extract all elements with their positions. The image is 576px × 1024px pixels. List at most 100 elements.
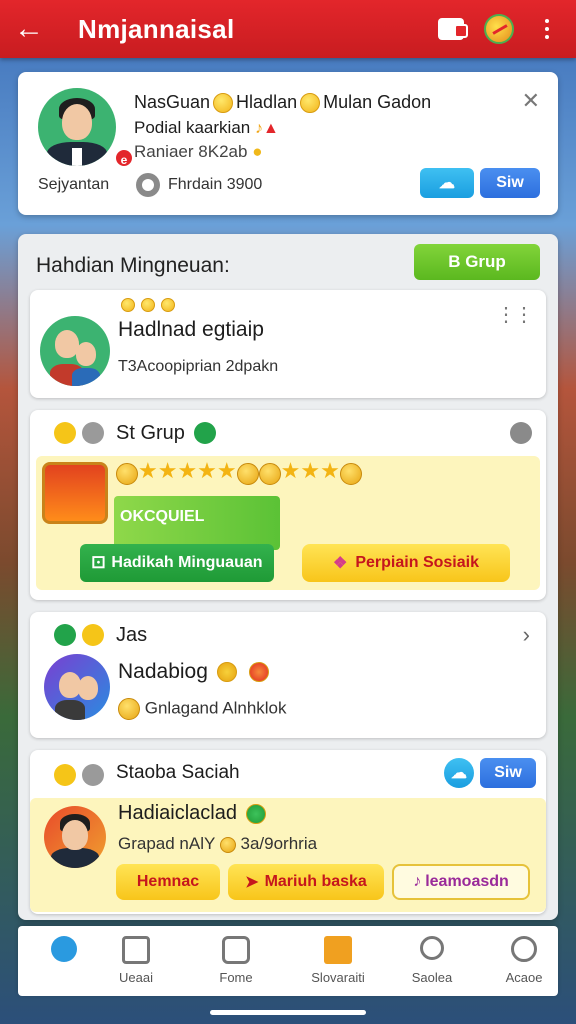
card3-name: Nadabiog	[118, 660, 208, 683]
bottom-navigation: Ueaai Fome Slovaraiti Saolea Acaoe	[18, 926, 558, 996]
nav-label: Acaoe	[505, 970, 543, 985]
profile-name-b: Hladlan	[236, 92, 298, 112]
gift-box-icon	[42, 462, 108, 524]
coin-icon	[216, 662, 237, 683]
alert-icon	[511, 936, 537, 962]
badge-icon	[248, 662, 269, 683]
more-icon[interactable]: ⋮⋮	[496, 302, 534, 327]
card3-title: Jas	[116, 624, 148, 646]
smiley-icon	[300, 93, 321, 114]
nav-item-fome[interactable]: Fome	[186, 926, 286, 996]
card2-title: St Grup	[116, 422, 185, 444]
profile-name-a: NasGuan	[134, 92, 211, 112]
weekly-reward-label: Hadikah Minguauan	[111, 554, 263, 571]
weekly-reward-button[interactable]: ⚀ Hadikah Minguauan	[80, 544, 274, 582]
group-icon	[194, 422, 216, 444]
card1-subtitle: T3Acoopiprian 2dpakn	[118, 358, 279, 375]
emoji-react-icon[interactable]	[510, 422, 532, 444]
social-game-button[interactable]: ❖ Perpiain Sosiaik	[302, 544, 510, 582]
cloud-icon: ☁	[439, 175, 455, 192]
profile-name-c: Mulan Gadon	[323, 92, 432, 112]
nav-item-slovaraiti[interactable]: Slovaraiti	[288, 926, 388, 996]
mariuh-label: Mariuh baska	[264, 873, 367, 890]
home-indicator[interactable]	[210, 1010, 366, 1015]
flame-icon: ▲	[262, 120, 279, 137]
profile-card: e NasGuan Hladlan Mulan Gadon Podial kaark…	[18, 72, 558, 215]
ball-icon[interactable]	[484, 14, 514, 44]
avatar	[44, 806, 106, 868]
avatar[interactable]	[38, 88, 116, 166]
panel-heading: Hahdian Mingneuan:	[36, 254, 230, 277]
nav-label: Saolea	[411, 970, 453, 985]
reward-card-4: Staoba Saciah ☁ Siw Hadiaiclaclad Grapad…	[30, 750, 546, 914]
app-bar: ← Nmjannaisal	[0, 0, 576, 58]
nav-label: Ueaai	[119, 970, 153, 985]
nav-label: Slovaraiti	[311, 970, 365, 985]
card4-name-line: Hadiaiclaclad	[118, 802, 269, 825]
chat-icon	[222, 936, 250, 964]
leamoasdn-label: leamoasdn	[425, 873, 509, 890]
reward-highlight: ★★★★★ ★★★ OKCQUIEL ⚀ Hadikah Minguauan ❖ Pe…	[36, 456, 540, 590]
page-title: Nmjannaisal	[78, 13, 235, 44]
card4-title: Staoba Saciah	[116, 762, 240, 783]
settings-icon	[82, 764, 104, 786]
rocket-icon: ➤	[245, 874, 259, 891]
reward-card-3[interactable]: Jas › Nadabiog Gnlagand Alnhklok	[30, 612, 546, 738]
clock-icon	[136, 173, 160, 197]
card4-name: Hadiaiclaclad	[118, 802, 237, 824]
home-icon	[51, 936, 77, 962]
back-arrow-icon[interactable]: ←	[14, 12, 54, 46]
coin-icon	[118, 698, 140, 720]
reward-card-1[interactable]: Hadlnad egtiaip T3Acoopiprian 2dpakn ⋮⋮	[30, 290, 546, 398]
avatar	[40, 316, 110, 386]
hemnac-button[interactable]: Hemnac	[116, 864, 220, 900]
nav-item-acaoe[interactable]: Acaoe	[474, 926, 574, 996]
reward-card-2: St Grup ★★★★★ ★★★ OKCQUIEL ⚀ Hadikah Mingu…	[30, 410, 546, 600]
card4-detail-a: Grapad nAlY	[118, 834, 216, 853]
settings-icon	[82, 422, 104, 444]
music-note-icon: ♪	[254, 120, 263, 137]
cloud-icon: ☁	[451, 765, 467, 782]
overlay-label: OKCQUIEL	[120, 508, 205, 525]
group-icon	[245, 803, 266, 824]
thumb-icon	[54, 764, 76, 786]
coin-icon	[82, 624, 104, 646]
leamoasdn-button[interactable]: ♪ leamoasdn	[392, 864, 530, 900]
close-icon[interactable]: ✕	[522, 88, 540, 114]
profile-name-line: NasGuan Hladlan Mulan Gadon	[134, 92, 432, 114]
house-icon	[122, 936, 150, 964]
card3-detail-line: Gnlagand Alnhklok	[118, 698, 287, 720]
nav-item-ueaai[interactable]: Ueaai	[86, 926, 186, 996]
wallet-icon[interactable]	[436, 14, 468, 44]
card4-highlight: Hadiaiclaclad Grapad nAlY 3a/9orhria Hem…	[30, 798, 546, 912]
coin-icon: ●	[252, 142, 263, 161]
mariuh-button[interactable]: ➤ Mariuh baska	[228, 864, 384, 900]
card4-detail-b: 3a/9orhria	[240, 834, 318, 853]
notification-badge: e	[114, 148, 134, 168]
cloud-button[interactable]: ☁	[444, 758, 474, 788]
card3-detail: Gnlagand Alnhklok	[144, 698, 287, 718]
group-button[interactable]: B Grup	[414, 244, 540, 280]
more-vertical-icon[interactable]	[532, 14, 562, 44]
profile-line2-text: Podial kaarkian	[134, 118, 251, 137]
counter-label: Fhrdain 3900	[168, 176, 263, 193]
profile-line3: Raniaer 8K2ab ●	[134, 142, 262, 162]
card3-name-line: Nadabiog	[118, 660, 272, 684]
smiley-icon	[213, 93, 234, 114]
coin-icon	[219, 836, 236, 853]
siw-button[interactable]: Siw	[480, 168, 540, 198]
siw-button[interactable]: Siw	[480, 758, 536, 788]
avatar	[44, 654, 110, 720]
emoji-row	[118, 296, 178, 313]
weekly-reward-panel: Hahdian Mingneuan: B Grup Hadlnad egtiai…	[18, 234, 558, 920]
nav-label: Fome	[219, 970, 253, 985]
music-icon: ♪	[413, 873, 422, 890]
avatar-caption: Sejyantan	[38, 176, 110, 193]
nav-item-saolea[interactable]: Saolea	[382, 926, 482, 996]
share-button[interactable]: ☁	[420, 168, 474, 198]
profile-line3-num: 8K2ab	[198, 142, 248, 161]
social-game-label: Perpiain Sosiaik	[355, 554, 479, 571]
chevron-right-icon[interactable]: ›	[523, 622, 530, 648]
gift-icon: ❖	[333, 555, 348, 572]
dice-icon: ⚀	[91, 555, 106, 572]
